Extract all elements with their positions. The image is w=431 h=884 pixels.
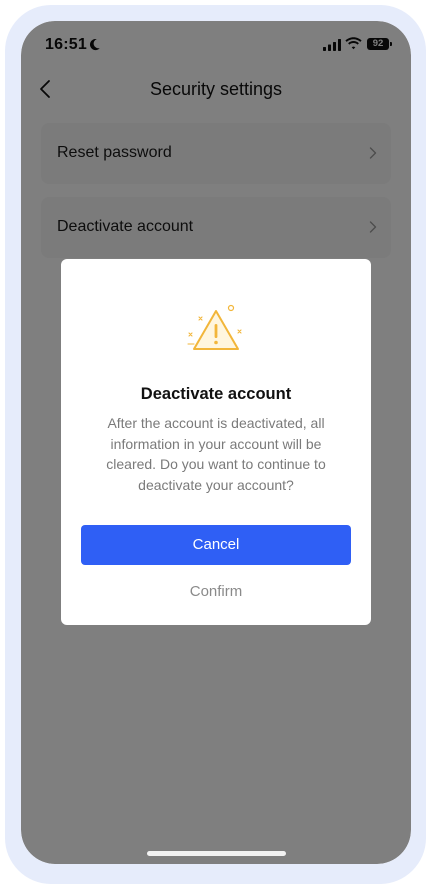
phone-screen: 16:51 92 Security settings Reset passwor… [21,21,411,864]
home-indicator[interactable] [147,851,286,856]
dialog-title: Deactivate account [140,385,292,403]
confirm-button[interactable]: Confirm [81,579,351,605]
warning-icon [187,304,242,350]
deactivate-dialog: Deactivate account After the account is … [61,259,371,625]
dialog-message: After the account is deactivated, all in… [106,415,326,493]
cancel-button[interactable]: Cancel [81,525,351,565]
